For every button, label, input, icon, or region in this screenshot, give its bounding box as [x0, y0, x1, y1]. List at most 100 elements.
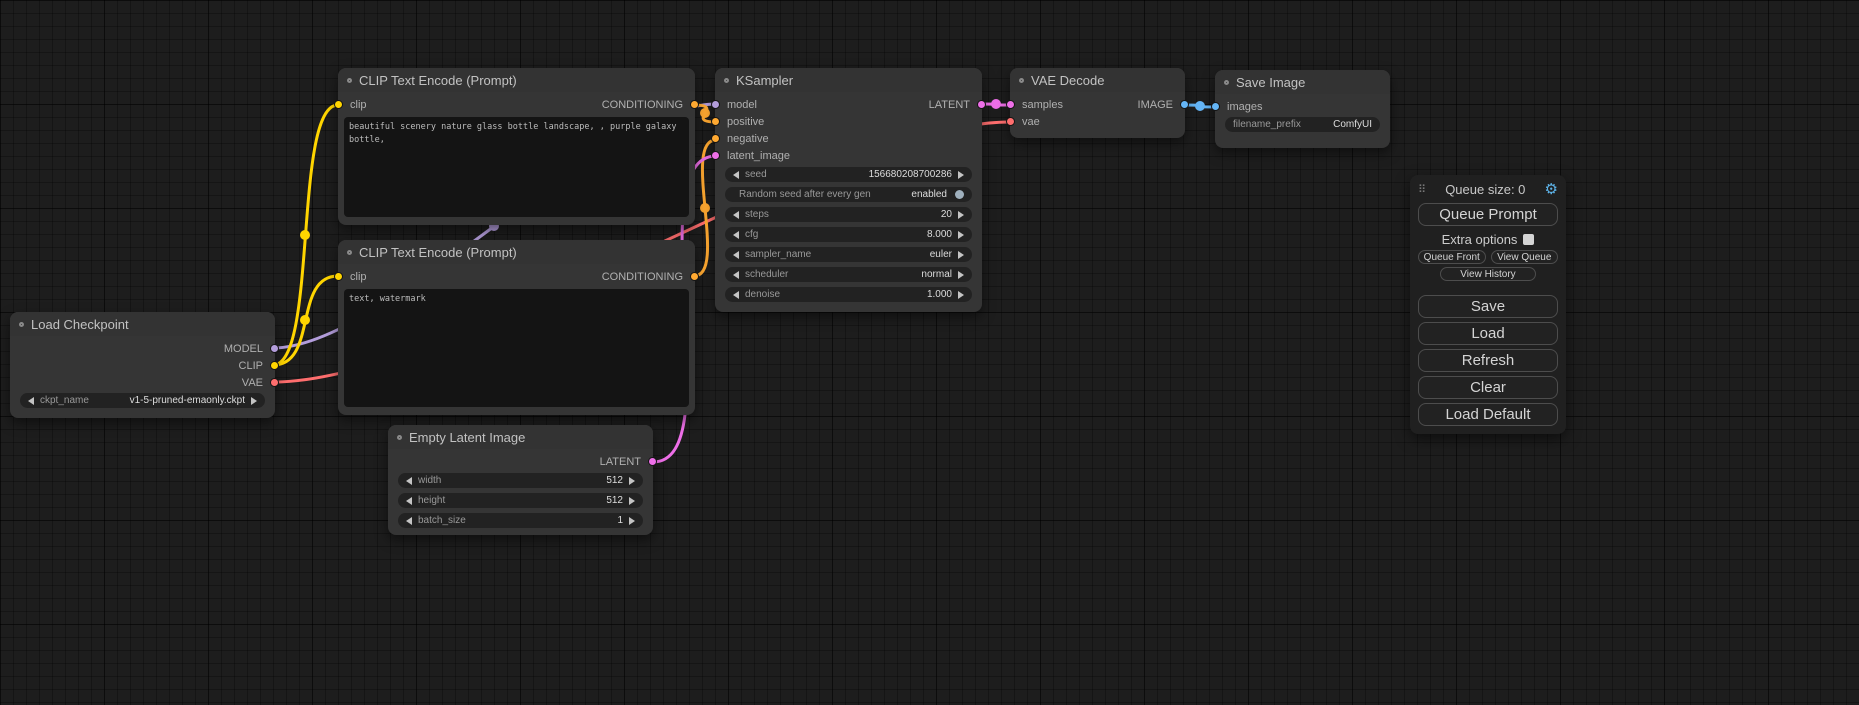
settings-gear-icon[interactable]: ⚙ [1545, 182, 1558, 197]
queue-front-button[interactable]: Queue Front [1418, 250, 1486, 264]
widget-cfg[interactable]: cfg 8.000 [725, 227, 972, 242]
extra-options-checkbox[interactable] [1523, 234, 1534, 245]
widget-seed[interactable]: seed 156680208700286 [725, 167, 972, 182]
output-port-latent[interactable] [977, 100, 986, 109]
widget-steps[interactable]: steps 20 [725, 207, 972, 222]
output-port-conditioning[interactable] [690, 100, 699, 109]
increment-arrow-icon[interactable] [958, 251, 964, 259]
negative-prompt-textarea[interactable]: text, watermark [344, 289, 689, 407]
input-port-model[interactable] [711, 100, 720, 109]
save-button[interactable]: Save [1418, 295, 1558, 318]
input-port-positive[interactable] [711, 117, 720, 126]
widget-width[interactable]: width 512 [398, 473, 643, 488]
decrement-arrow-icon[interactable] [28, 397, 34, 405]
widget-random-seed-toggle[interactable]: Random seed after every gen enabled [725, 187, 972, 202]
widget-ckpt-name[interactable]: ckpt_name v1-5-pruned-emaonly.ckpt [20, 393, 265, 408]
input-port-clip[interactable] [334, 272, 343, 281]
collapse-dot-icon[interactable] [347, 78, 352, 83]
output-port-conditioning[interactable] [690, 272, 699, 281]
output-port-image[interactable] [1180, 100, 1189, 109]
widget-value: 1 [617, 515, 623, 526]
queue-prompt-button[interactable]: Queue Prompt [1418, 203, 1558, 226]
decrement-arrow-icon[interactable] [733, 231, 739, 239]
widget-batch-size[interactable]: batch_size 1 [398, 513, 643, 528]
collapse-dot-icon[interactable] [397, 435, 402, 440]
node-clip-text-encode-negative[interactable]: CLIP Text Encode (Prompt) clip CONDITION… [338, 240, 695, 415]
toggle-dot-icon[interactable] [955, 190, 964, 199]
node-clip-text-encode-positive[interactable]: CLIP Text Encode (Prompt) clip CONDITION… [338, 68, 695, 225]
node-title: VAE Decode [1031, 73, 1104, 88]
io-row: samples IMAGE [1010, 96, 1185, 113]
node-title-bar[interactable]: KSampler [715, 68, 982, 92]
decrement-arrow-icon[interactable] [406, 517, 412, 525]
widget-scheduler[interactable]: scheduler normal [725, 267, 972, 282]
decrement-arrow-icon[interactable] [733, 171, 739, 179]
decrement-arrow-icon[interactable] [733, 291, 739, 299]
widget-value: enabled [911, 189, 947, 200]
widget-denoise[interactable]: denoise 1.000 [725, 287, 972, 302]
node-title-bar[interactable]: VAE Decode [1010, 68, 1185, 92]
wire-dot-conditioning-positive [700, 108, 710, 118]
widget-sampler-name[interactable]: sampler_name euler [725, 247, 972, 262]
view-history-button[interactable]: View History [1440, 267, 1535, 281]
input-port-images[interactable] [1211, 102, 1220, 111]
increment-arrow-icon[interactable] [958, 231, 964, 239]
decrement-arrow-icon[interactable] [733, 271, 739, 279]
widget-value: 20 [941, 209, 952, 220]
widget-label: height [418, 495, 445, 506]
load-default-button[interactable]: Load Default [1418, 403, 1558, 426]
collapse-dot-icon[interactable] [724, 78, 729, 83]
input-port-samples[interactable] [1006, 100, 1015, 109]
node-title-bar[interactable]: Load Checkpoint [10, 312, 275, 336]
load-button[interactable]: Load [1418, 322, 1558, 345]
output-port-clip[interactable] [270, 361, 279, 370]
node-load-checkpoint[interactable]: Load Checkpoint MODEL CLIP VAE ckpt_name… [10, 312, 275, 418]
positive-prompt-textarea[interactable]: beautiful scenery nature glass bottle la… [344, 117, 689, 217]
node-title-bar[interactable]: Empty Latent Image [388, 425, 653, 449]
node-empty-latent-image[interactable]: Empty Latent Image LATENT width 512 heig… [388, 425, 653, 535]
collapse-dot-icon[interactable] [1224, 80, 1229, 85]
node-title: Save Image [1236, 75, 1305, 90]
increment-arrow-icon[interactable] [629, 497, 635, 505]
input-port-clip[interactable] [334, 100, 343, 109]
node-vae-decode[interactable]: VAE Decode samples IMAGE vae [1010, 68, 1185, 138]
widget-label: Random seed after every gen [739, 189, 871, 200]
clear-button[interactable]: Clear [1418, 376, 1558, 399]
drag-handle-icon[interactable]: ⠿ [1418, 183, 1426, 196]
decrement-arrow-icon[interactable] [406, 477, 412, 485]
decrement-arrow-icon[interactable] [733, 211, 739, 219]
decrement-arrow-icon[interactable] [733, 251, 739, 259]
input-label-clip: clip [350, 271, 367, 283]
input-port-vae[interactable] [1006, 117, 1015, 126]
output-port-vae[interactable] [270, 378, 279, 387]
output-label-vae: VAE [242, 377, 263, 389]
increment-arrow-icon[interactable] [251, 397, 257, 405]
increment-arrow-icon[interactable] [958, 291, 964, 299]
widget-value: 512 [606, 495, 623, 506]
widget-value: 8.000 [927, 229, 952, 240]
node-title-bar[interactable]: CLIP Text Encode (Prompt) [338, 68, 695, 92]
widget-label: seed [745, 169, 767, 180]
increment-arrow-icon[interactable] [958, 211, 964, 219]
input-port-negative[interactable] [711, 134, 720, 143]
increment-arrow-icon[interactable] [629, 517, 635, 525]
node-ksampler[interactable]: KSampler model LATENT positive negative … [715, 68, 982, 312]
refresh-button[interactable]: Refresh [1418, 349, 1558, 372]
decrement-arrow-icon[interactable] [406, 497, 412, 505]
node-title-bar[interactable]: CLIP Text Encode (Prompt) [338, 240, 695, 264]
collapse-dot-icon[interactable] [347, 250, 352, 255]
input-port-latent-image[interactable] [711, 151, 720, 160]
collapse-dot-icon[interactable] [19, 322, 24, 327]
node-graph-canvas[interactable]: Load Checkpoint MODEL CLIP VAE ckpt_name… [0, 0, 1859, 705]
widget-filename-prefix[interactable]: filename_prefix ComfyUI [1225, 117, 1380, 132]
node-save-image[interactable]: Save Image images filename_prefix ComfyU… [1215, 70, 1390, 148]
output-port-latent[interactable] [648, 457, 657, 466]
increment-arrow-icon[interactable] [958, 271, 964, 279]
collapse-dot-icon[interactable] [1019, 78, 1024, 83]
node-title-bar[interactable]: Save Image [1215, 70, 1390, 94]
increment-arrow-icon[interactable] [958, 171, 964, 179]
widget-height[interactable]: height 512 [398, 493, 643, 508]
view-queue-button[interactable]: View Queue [1491, 250, 1559, 264]
increment-arrow-icon[interactable] [629, 477, 635, 485]
output-port-model[interactable] [270, 344, 279, 353]
